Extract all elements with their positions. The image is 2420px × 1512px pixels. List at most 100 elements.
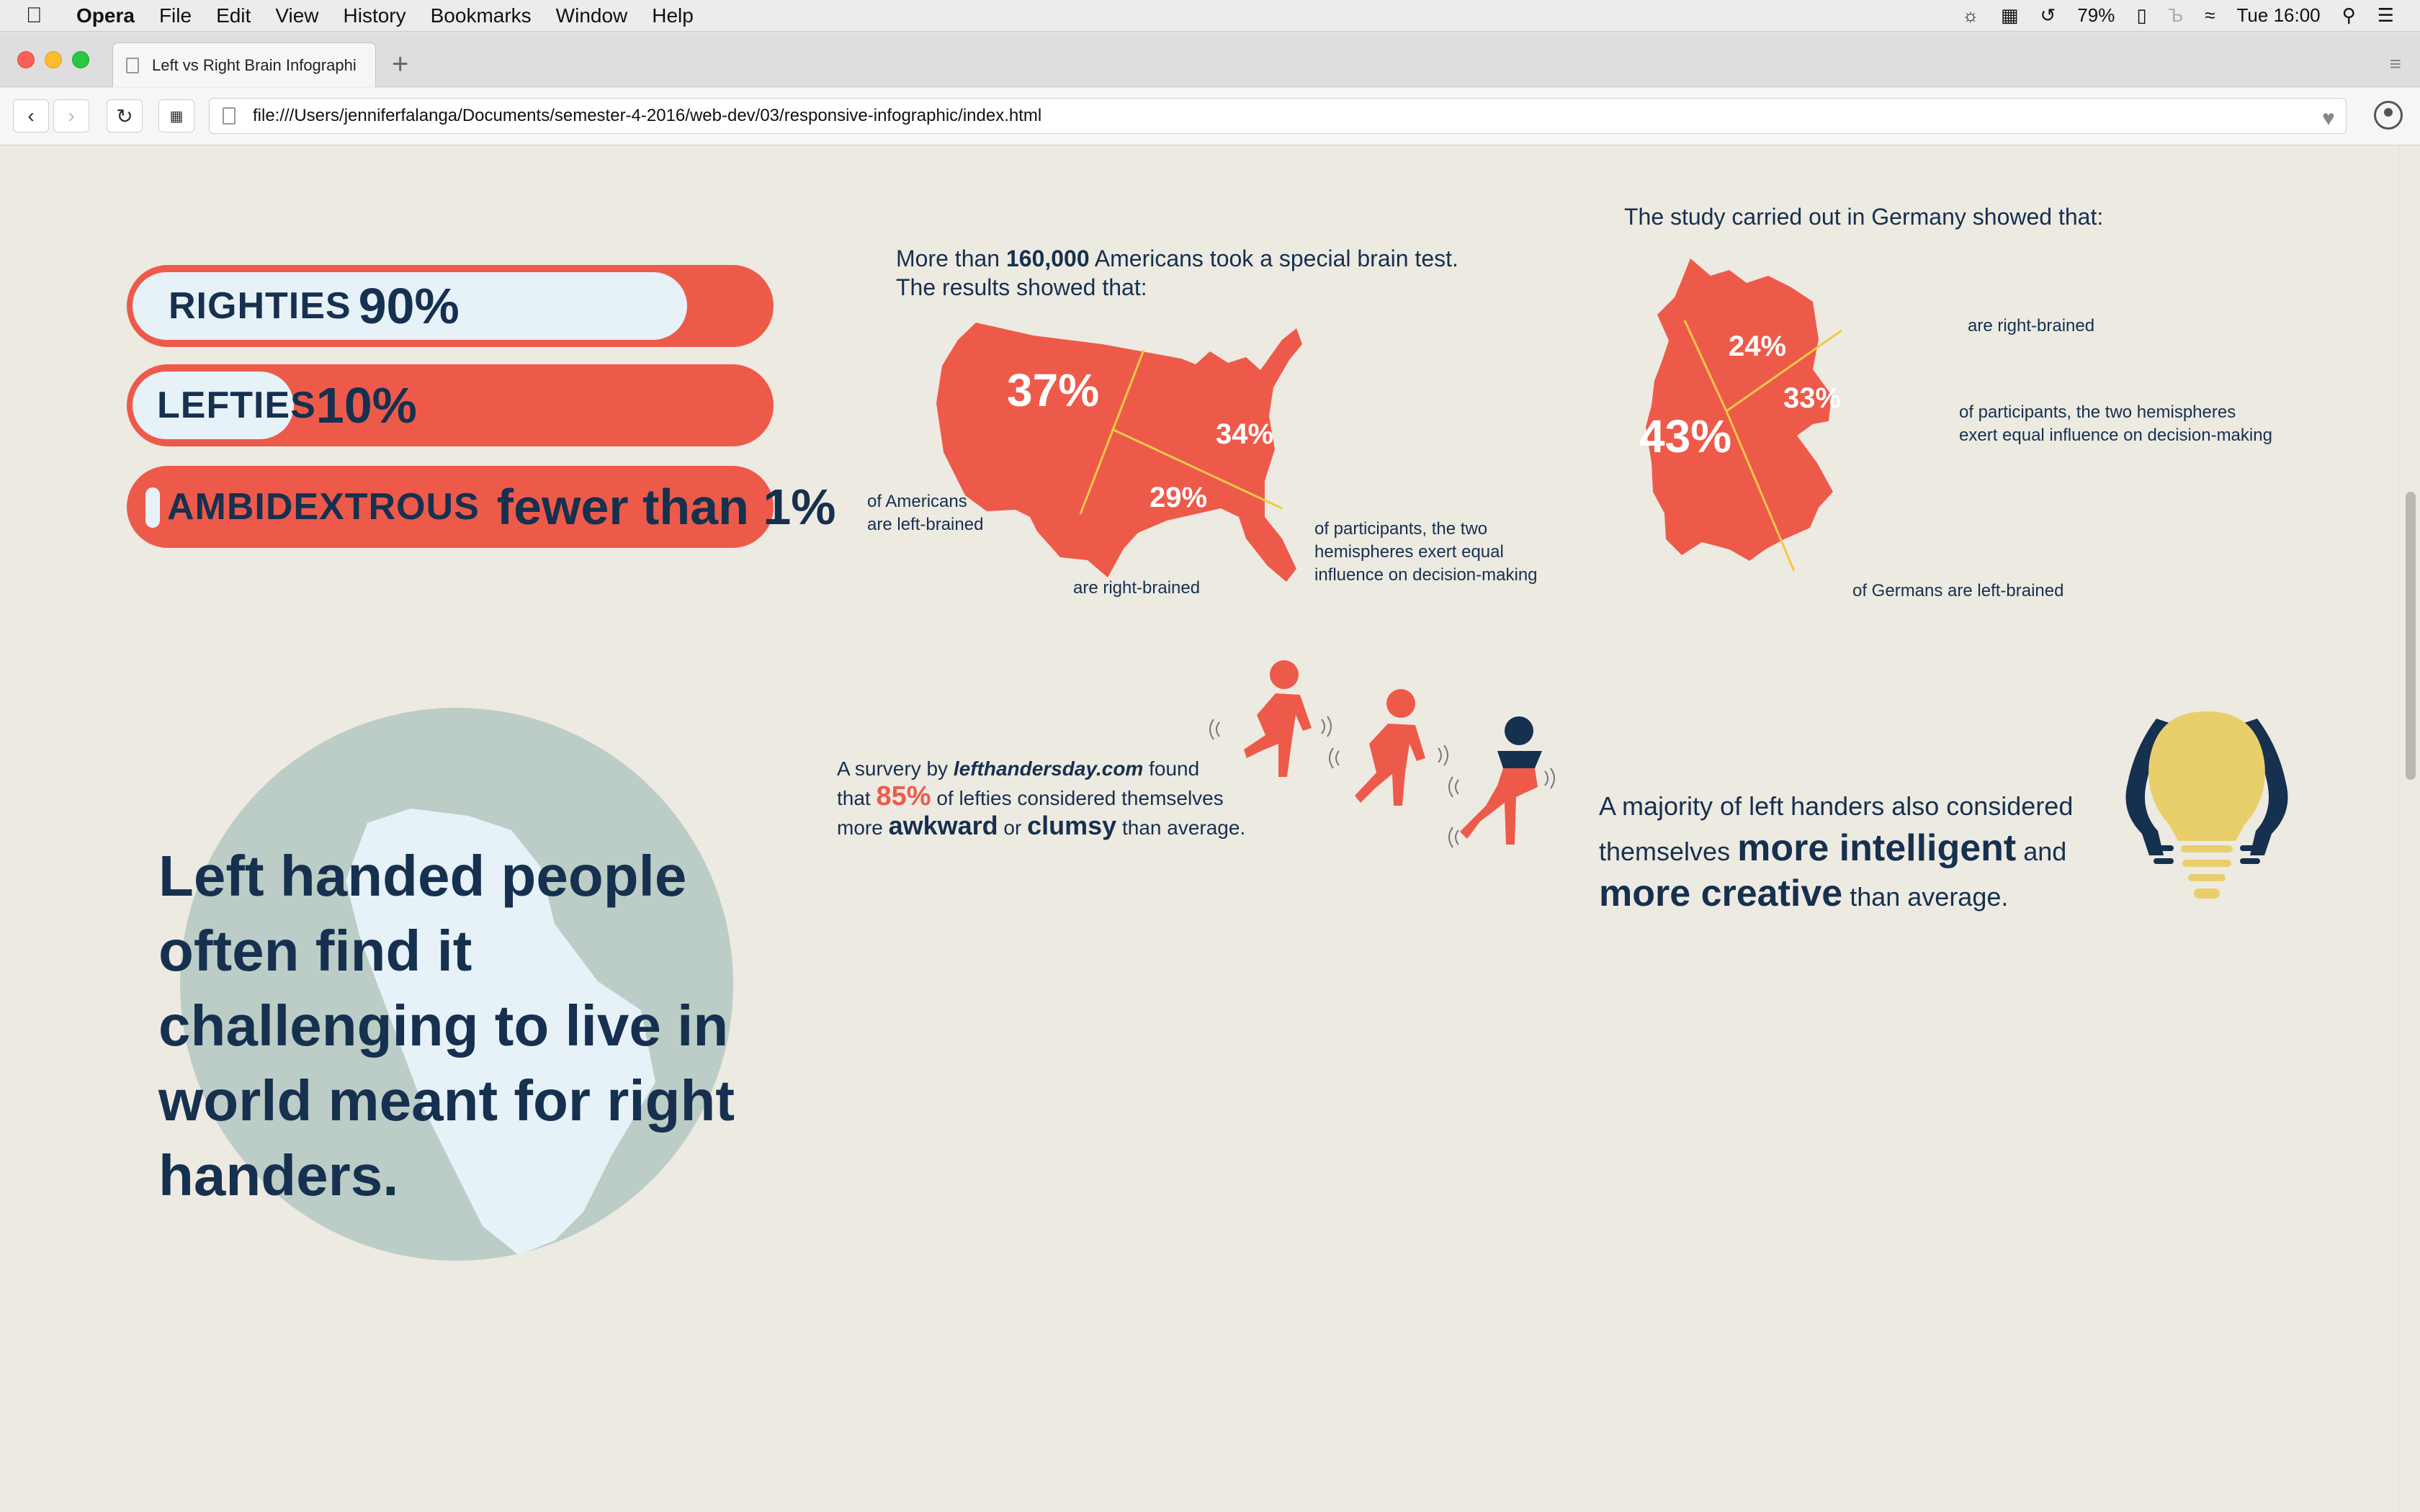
bar-lefties: LEFTIES 10% — [127, 364, 774, 446]
bar-lefties-label: LEFTIES 10% — [157, 364, 417, 446]
tab-menu-icon[interactable]: ≡ — [2390, 53, 2401, 76]
usa-intro-number: 160,000 — [1005, 246, 1090, 271]
grid-icon: ▦ — [169, 108, 184, 125]
time-machine-icon[interactable]: ↺ — [2040, 4, 2056, 27]
stumbling-people-graphic — [1209, 660, 1555, 848]
menu-edit[interactable]: Edit — [216, 4, 251, 27]
survey-l3-pre: more — [837, 816, 889, 839]
account-icon[interactable] — [2374, 101, 2403, 130]
new-tab-plus-icon[interactable]: + — [392, 48, 408, 81]
tab-bar: Left vs Right Brain Infographi + ≡ — [0, 32, 2420, 87]
menu-bookmarks[interactable]: Bookmarks — [431, 4, 532, 27]
majority-text: A majority of left handers also consider… — [1599, 786, 2073, 918]
bar-ambidextrous: AMBIDEXTROUS fewer than 1% — [127, 466, 836, 548]
bar-righties: RIGHTIES 90% — [127, 265, 774, 347]
germany-label-equal-2: exert equal influence on decision-making — [1959, 426, 2272, 445]
apple-menu-icon[interactable]:  — [26, 4, 66, 28]
person-figure — [1355, 689, 1425, 806]
germany-label-equal-1: of participants, the two hemispheres — [1959, 402, 2236, 422]
menu-help[interactable]: Help — [652, 4, 694, 27]
bar-ambidextrous-fill — [145, 487, 160, 528]
person-figure — [1460, 716, 1542, 845]
usa-intro-line2: The results showed that: — [896, 274, 1147, 300]
wifi-icon[interactable]: ≈ — [2205, 4, 2215, 27]
menu-view[interactable]: View — [275, 4, 318, 27]
forward-button[interactable]: › — [53, 99, 89, 132]
menu-app-opera[interactable]: Opera — [76, 4, 135, 27]
zoom-window-button[interactable] — [72, 51, 89, 68]
url-field[interactable]: file:///Users/jenniferfalanga/Documents/… — [209, 98, 2347, 134]
notification-center-icon[interactable]: ☰ — [2378, 4, 2394, 27]
majority-intelligent: more intelligent — [1737, 827, 2017, 869]
germany-label-equal: of participants, the two hemispheres exe… — [1959, 401, 2272, 447]
survey-pct: 85% — [876, 781, 931, 811]
bar-word: AMBIDEXTROUS — [167, 486, 480, 528]
spotlight-search-icon[interactable]: ⚲ — [2342, 4, 2356, 27]
bluetooth-icon[interactable]: Ъ — [2169, 4, 2184, 27]
bar-value: 90% — [358, 278, 460, 334]
germany-intro: The study carried out in Germany showed … — [1624, 204, 2104, 230]
tab-active[interactable]: Left vs Right Brain Infographi — [112, 42, 376, 87]
vertical-scrollbar[interactable] — [2398, 146, 2420, 1512]
menu-window[interactable]: Window — [556, 4, 628, 27]
heart-icon[interactable]: ♥ — [2322, 107, 2335, 131]
majority-l3-post: than average. — [1842, 882, 2009, 912]
usa-label-left: of Americans are left-brained — [867, 490, 983, 536]
bar-righties-label: RIGHTIES 90% — [169, 265, 460, 347]
survey-l1-pre: A survery by — [837, 757, 954, 780]
window-controls — [17, 51, 89, 68]
menu-file[interactable]: File — [159, 4, 192, 27]
germany-pct-right: 24% — [1729, 330, 1787, 362]
survey-l2-post: of lefties considered themselves — [931, 787, 1224, 809]
majority-creative: more creative — [1599, 873, 1843, 914]
survey-text: A survery by lefthandersday.com found th… — [837, 755, 1245, 842]
usa-label-equal: of participants, the two hemispheres exe… — [1314, 518, 1538, 587]
usa-pct-right: 29% — [1150, 482, 1208, 513]
survey-or: or — [998, 816, 1028, 839]
usa-label-left-2: are left-brained — [867, 515, 984, 534]
usa-label-right: are right-brained — [1073, 578, 1201, 598]
battery-icon[interactable]: ▯ — [2136, 4, 2146, 27]
survey-l2-pre: that — [837, 787, 877, 809]
majority-l2-pre: themselves — [1599, 837, 1738, 866]
menu-bar:  Opera File Edit View History Bookmarks… — [0, 0, 2420, 32]
battery-percent: 79% — [2077, 4, 2115, 26]
usa-intro-post: Americans took a special brain test. — [1089, 246, 1458, 271]
usa-pct-equal: 34% — [1216, 418, 1274, 450]
bar-word: LEFTIES — [157, 384, 316, 426]
address-toolbar: ‹ › ↻ ▦ file:///Users/jenniferfalanga/Do… — [0, 88, 2420, 145]
clock[interactable]: Tue 16:00 — [2237, 4, 2321, 27]
keyboard-icon[interactable]: ▦ — [2001, 4, 2019, 27]
chevron-left-icon: ‹ — [27, 104, 35, 127]
reload-button[interactable]: ↻ — [107, 99, 143, 132]
url-text: file:///Users/jenniferfalanga/Documents/… — [253, 106, 1042, 125]
germany-pct-left: 43% — [1639, 410, 1732, 462]
creative-cloud-icon[interactable]: ☼ — [1962, 4, 1979, 27]
germany-label-right: are right-brained — [1968, 316, 2095, 336]
tab-title: Left vs Right Brain Infographi — [152, 55, 357, 74]
person-figure — [1244, 660, 1312, 777]
usa-intro: More than 160,000 Americans took a speci… — [896, 244, 1458, 302]
survey-l3-post: than average. — [1116, 816, 1246, 839]
bar-word: RIGHTIES — [169, 285, 351, 327]
usa-label-equal-2: hemispheres exert equal — [1314, 542, 1504, 562]
minimize-window-button[interactable] — [45, 51, 62, 68]
germany-label-left: of Germans are left-brained — [1852, 581, 2064, 600]
majority-l2-post: and — [2016, 837, 2067, 866]
bar-ambidextrous-label: AMBIDEXTROUS fewer than 1% — [167, 466, 836, 548]
page-icon — [126, 57, 139, 73]
back-button[interactable]: ‹ — [13, 99, 49, 132]
germany-pct-equal: 33% — [1783, 382, 1842, 414]
survey-clumsy: clumsy — [1027, 811, 1117, 840]
survey-site-link: lefthandersday.com — [953, 757, 1144, 780]
usa-intro-pre: More than — [896, 246, 1006, 271]
scrollbar-thumb[interactable] — [2406, 492, 2416, 780]
close-window-button[interactable] — [17, 51, 35, 68]
survey-awkward: awkward — [888, 811, 998, 840]
usa-pct-left: 37% — [1007, 364, 1100, 416]
usa-label-equal-3: influence on decision-making — [1314, 565, 1538, 585]
speed-dial-button[interactable]: ▦ — [158, 99, 194, 132]
menu-history[interactable]: History — [344, 4, 406, 27]
bar-value: 10% — [315, 377, 417, 433]
reload-icon: ↻ — [116, 104, 133, 127]
